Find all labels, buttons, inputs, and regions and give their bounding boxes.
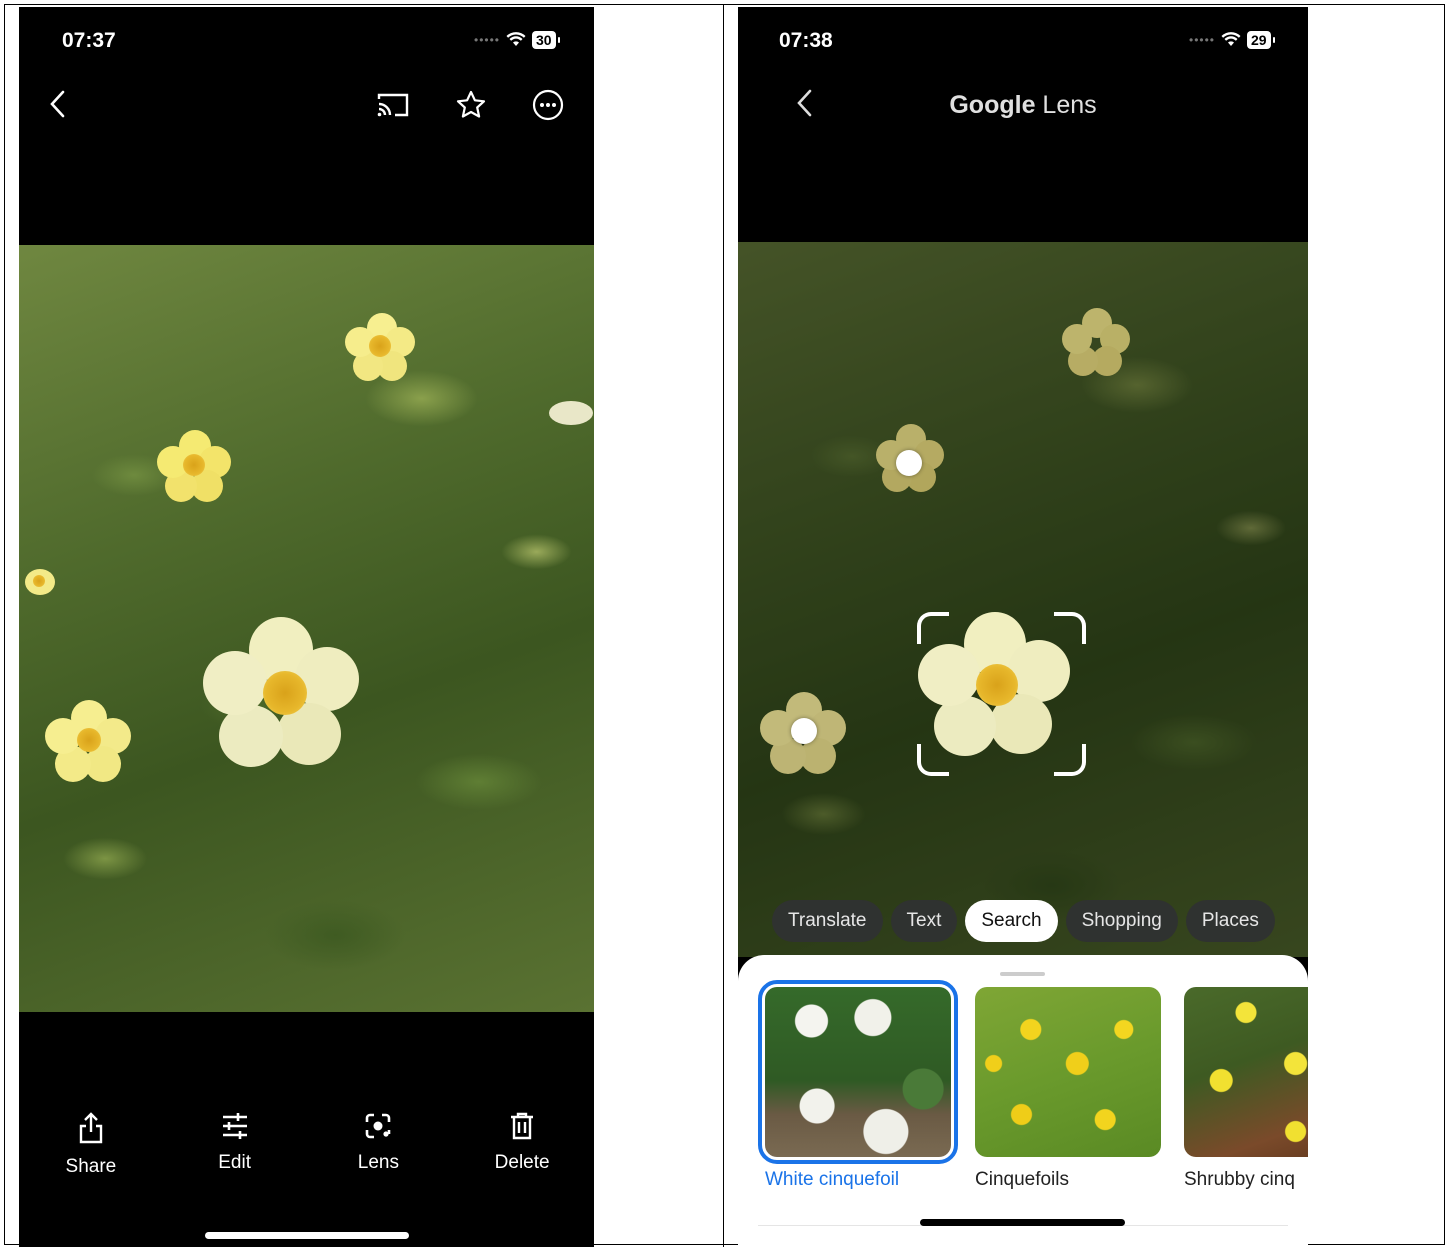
photo-viewer[interactable] bbox=[19, 245, 594, 1012]
delete-label: Delete bbox=[494, 1152, 550, 1173]
cast-button[interactable] bbox=[373, 87, 413, 123]
trash-icon bbox=[511, 1112, 534, 1140]
status-indicators: ••••• 30 bbox=[474, 29, 560, 51]
google-lens-title: Google Lens bbox=[738, 91, 1308, 120]
edit-label: Edit bbox=[218, 1152, 251, 1173]
more-options-button[interactable] bbox=[528, 87, 568, 123]
home-indicator bbox=[205, 1232, 409, 1239]
result-thumbnail bbox=[758, 980, 958, 1164]
focus-corner-top-right[interactable] bbox=[1054, 612, 1086, 644]
white-flower bbox=[549, 395, 594, 430]
wifi-icon bbox=[1221, 32, 1241, 46]
result-card-white-cinquefoil[interactable]: White cinquefoil bbox=[758, 980, 958, 1191]
lens-screen: 07:38 ••••• 29 Google Lens Translate Tex… bbox=[738, 7, 1308, 1247]
wifi-icon bbox=[506, 32, 526, 46]
edit-sliders-icon bbox=[222, 1113, 247, 1139]
chip-search[interactable]: Search bbox=[965, 900, 1058, 942]
focus-corner-bottom-right[interactable] bbox=[1054, 744, 1086, 776]
star-icon bbox=[456, 90, 486, 118]
battery-indicator: 29 bbox=[1247, 31, 1275, 49]
lens-wordmark: Lens bbox=[1042, 91, 1097, 119]
signal-icon: ••••• bbox=[1189, 33, 1216, 47]
cast-icon bbox=[377, 93, 409, 117]
yellow-flower bbox=[157, 430, 231, 502]
chip-shopping[interactable]: Shopping bbox=[1065, 900, 1178, 942]
yellow-flower bbox=[1062, 308, 1130, 376]
share-icon bbox=[79, 1112, 103, 1144]
white-flower bbox=[203, 617, 359, 767]
result-label: White cinquefoil bbox=[765, 1169, 900, 1190]
result-thumbnail bbox=[1184, 987, 1308, 1157]
edit-button[interactable]: Edit bbox=[180, 1112, 290, 1178]
result-label: Shrubby cinq bbox=[1184, 1169, 1295, 1190]
panel-divider bbox=[723, 4, 724, 1247]
lens-button[interactable]: Lens bbox=[323, 1112, 433, 1178]
result-card-cinquefoils[interactable]: Cinquefoils bbox=[975, 987, 1161, 1191]
focus-corner-top-left[interactable] bbox=[917, 612, 949, 644]
chip-places[interactable]: Places bbox=[1185, 900, 1275, 942]
yellow-flower bbox=[19, 563, 59, 603]
google-wordmark: Google bbox=[949, 91, 1036, 119]
status-time: 07:37 bbox=[62, 29, 116, 52]
yellow-flower bbox=[345, 313, 415, 381]
yellow-flower bbox=[45, 700, 131, 782]
photo-action-bar: Share Edit Lens Delete bbox=[19, 1112, 594, 1178]
back-icon bbox=[50, 90, 65, 118]
battery-indicator: 30 bbox=[532, 31, 560, 49]
status-time: 07:38 bbox=[779, 29, 833, 52]
lens-icon bbox=[366, 1113, 391, 1139]
dim-overlay bbox=[738, 242, 1308, 957]
more-icon bbox=[532, 89, 564, 121]
favorite-button[interactable] bbox=[451, 87, 491, 123]
focus-corner-bottom-left[interactable] bbox=[917, 744, 949, 776]
delete-button[interactable]: Delete bbox=[467, 1112, 577, 1178]
object-detection-dot[interactable] bbox=[791, 718, 817, 744]
chip-text[interactable]: Text bbox=[890, 900, 958, 942]
photos-screen: 07:37 ••••• 30 Share Edit Lens Delete bbox=[19, 7, 594, 1247]
share-label: Share bbox=[65, 1156, 117, 1177]
sheet-drag-handle[interactable] bbox=[1000, 972, 1045, 976]
result-thumbnail bbox=[975, 987, 1161, 1157]
lens-label: Lens bbox=[357, 1152, 399, 1173]
object-detection-dot[interactable] bbox=[896, 450, 922, 476]
back-button[interactable] bbox=[41, 87, 75, 121]
result-label: Cinquefoils bbox=[975, 1169, 1069, 1190]
home-indicator bbox=[920, 1219, 1125, 1226]
lens-image-area[interactable] bbox=[738, 242, 1308, 957]
chip-translate[interactable]: Translate bbox=[772, 900, 883, 942]
lens-mode-chips: Translate Text Search Shopping Places bbox=[772, 900, 1275, 942]
signal-icon: ••••• bbox=[474, 33, 501, 47]
share-button[interactable]: Share bbox=[36, 1112, 146, 1178]
result-card-shrubby-cinquefoil[interactable]: Shrubby cinq bbox=[1184, 987, 1308, 1191]
status-indicators: ••••• 29 bbox=[1189, 29, 1275, 51]
results-sheet[interactable]: White cinquefoil Cinquefoils Shrubby cin… bbox=[738, 955, 1308, 1247]
